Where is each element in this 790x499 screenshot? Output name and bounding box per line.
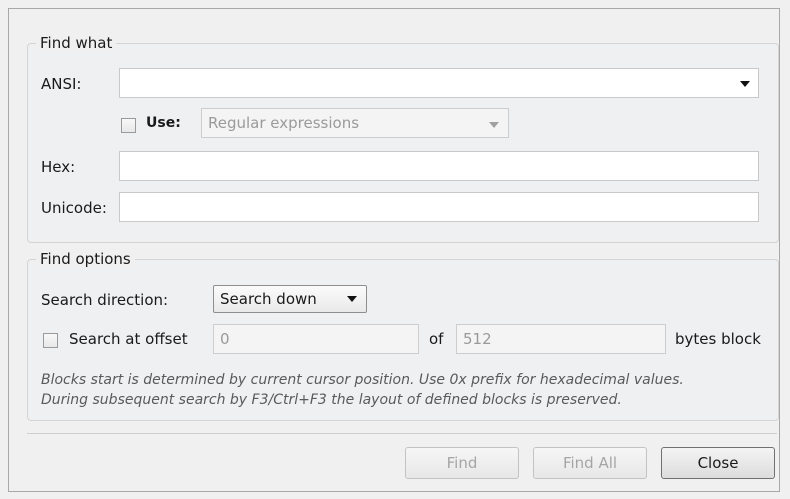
search-direction-value: Search down [220,290,317,308]
offset-note-line-1: Blocks start is determined by current cu… [41,372,684,388]
find-button[interactable]: Find [405,447,519,479]
unicode-label: Unicode: [41,199,107,217]
hex-label: Hex: [41,158,76,176]
close-button[interactable]: Close [661,447,775,479]
block-size-value: 512 [463,330,492,348]
hex-input[interactable] [119,151,759,181]
of-label: of [429,330,444,348]
use-label: Use: [146,115,181,131]
ansi-label: ANSI: [41,75,82,93]
use-select[interactable]: Regular expressions [201,108,509,138]
bytes-block-label: bytes block [675,330,761,348]
block-size-input[interactable]: 512 [456,324,666,354]
unicode-input[interactable] [119,192,759,222]
search-at-offset-checkbox[interactable] [43,333,58,348]
find-options-title: Find options [36,250,135,268]
offset-value: 0 [220,330,230,348]
search-direction-label: Search direction: [41,291,169,309]
search-direction-arrow-icon [347,296,357,302]
offset-input[interactable]: 0 [213,324,419,354]
find-all-button[interactable]: Find All [533,447,647,479]
ansi-input[interactable] [119,68,759,98]
offset-note-line-2: During subsequent search by F3/Ctrl+F3 t… [41,392,622,408]
ansi-dropdown-arrow-icon[interactable] [740,81,750,87]
find-dialog: Find what ANSI: Use: Regular expressions… [8,8,780,492]
find-what-title: Find what [36,34,117,52]
search-at-offset-label: Search at offset [69,330,188,348]
use-select-arrow-icon [489,122,499,128]
use-select-value: Regular expressions [208,114,360,132]
use-checkbox[interactable] [121,118,136,133]
search-direction-select[interactable]: Search down [213,285,367,313]
button-separator [27,433,777,434]
